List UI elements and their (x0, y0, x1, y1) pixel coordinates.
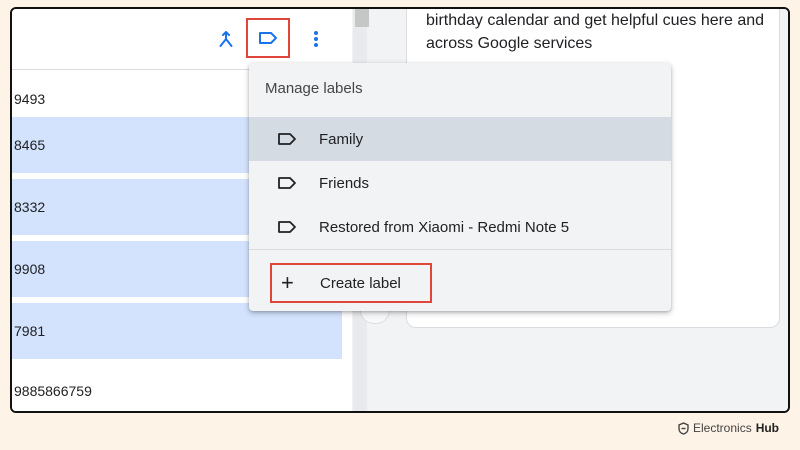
plus-icon: + (281, 270, 294, 295)
create-label-button[interactable]: + Create label (270, 263, 432, 303)
menu-item-label: Family (319, 130, 364, 148)
selection-toolbar (12, 9, 352, 70)
manage-labels-menu: Manage labels Family Friends Restored fr… (249, 63, 671, 311)
brand-name-light: Electronics (693, 421, 752, 435)
table-row[interactable]: 7981 (12, 303, 342, 359)
brand-shield-icon (678, 421, 689, 435)
contact-phone: 9493 (14, 91, 46, 107)
menu-item-friends[interactable]: Friends (249, 161, 671, 205)
menu-item-family[interactable]: Family (249, 117, 671, 161)
contact-phone: 7981 (14, 323, 46, 339)
brand-name-bold: Hub (755, 421, 780, 435)
merge-button[interactable] (214, 27, 238, 51)
menu-divider (249, 249, 671, 250)
label-outline-icon (277, 176, 297, 190)
screenshot-frame: 9493 8465 8332 9908 7981 9885866759 birt… (10, 7, 790, 413)
contact-phone: 9908 (14, 261, 46, 277)
merge-icon (219, 31, 233, 47)
menu-item-label: Friends (319, 174, 370, 192)
label-outline-icon (277, 132, 297, 146)
label-outline-icon (277, 220, 297, 234)
scrollbar-thumb[interactable] (355, 9, 369, 27)
more-vert-icon (314, 31, 318, 47)
watermark: Electronics Hub (678, 421, 779, 435)
more-options-button[interactable] (304, 27, 328, 51)
info-card-line: across Google services (426, 35, 593, 52)
contact-phone: 8332 (14, 199, 46, 215)
info-card-line: birthday calendar and get helpful cues h… (426, 12, 765, 29)
menu-header: Manage labels (265, 80, 363, 97)
menu-item-label: Restored from Xiaomi - Redmi Note 5 (319, 218, 570, 236)
table-row[interactable]: 9885866759 (12, 363, 342, 411)
menu-item-restored[interactable]: Restored from Xiaomi - Redmi Note 5 (249, 205, 671, 249)
contact-phone: 8465 (14, 137, 46, 153)
label-icon (259, 32, 277, 44)
create-label-text: Create label (320, 275, 401, 292)
manage-labels-button[interactable] (246, 18, 290, 58)
contact-phone: 9885866759 (14, 383, 92, 399)
info-card-text: birthday calendar and get helpful cues h… (426, 9, 786, 55)
